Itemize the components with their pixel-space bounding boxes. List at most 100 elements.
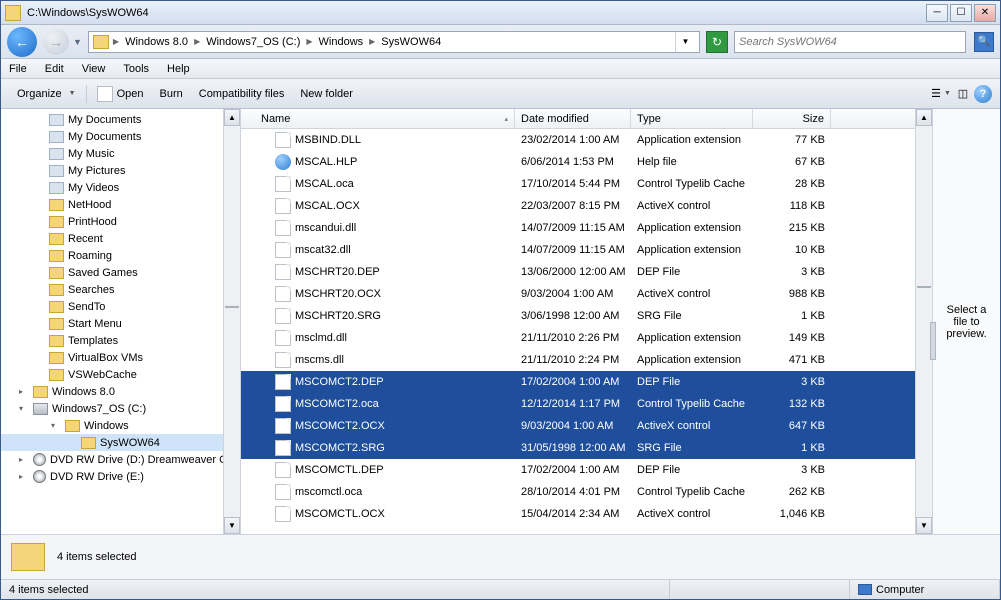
help-button[interactable]: ? — [974, 85, 992, 103]
menu-file[interactable]: File — [9, 63, 27, 75]
file-row[interactable]: MSCOMCT2.OCX 9/03/2004 1:00 AM ActiveX c… — [241, 415, 932, 437]
navigation-tree[interactable]: My DocumentsMy DocumentsMy MusicMy Pictu… — [1, 109, 241, 534]
compatibility-button[interactable]: Compatibility files — [191, 88, 293, 100]
view-options-button[interactable]: ☰▼ — [930, 83, 952, 105]
command-bar: Organize▼ Open Burn Compatibility files … — [1, 79, 1000, 109]
new-folder-button[interactable]: New folder — [292, 88, 361, 100]
tree-item[interactable]: VirtualBox VMs — [1, 349, 240, 366]
tree-item[interactable]: Saved Games — [1, 264, 240, 281]
tree-item[interactable]: SendTo — [1, 298, 240, 315]
breadcrumb[interactable]: Windows — [317, 32, 366, 52]
file-row[interactable]: MSCOMCT2.SRG 31/05/1998 12:00 AM SRG Fil… — [241, 437, 932, 459]
chevron-right-icon[interactable]: ▶ — [367, 37, 377, 46]
file-row[interactable]: mscomctl.oca 28/10/2014 4:01 PM Control … — [241, 481, 932, 503]
tree-item[interactable]: Recent — [1, 230, 240, 247]
tree-item[interactable]: My Music — [1, 145, 240, 162]
file-row[interactable]: MSCAL.oca 17/10/2014 5:44 PM Control Typ… — [241, 173, 932, 195]
file-row[interactable]: MSCHRT20.SRG 3/06/1998 12:00 AM SRG File… — [241, 305, 932, 327]
tree-item[interactable]: SysWOW64 — [1, 434, 240, 451]
file-date: 21/11/2010 2:24 PM — [515, 354, 631, 366]
back-button[interactable]: ← — [7, 27, 37, 57]
doc-icon — [49, 148, 64, 160]
tree-item[interactable]: NetHood — [1, 196, 240, 213]
scroll-thumb[interactable] — [225, 306, 239, 308]
file-row[interactable]: MSBIND.DLL 23/02/2014 1:00 AM Applicatio… — [241, 129, 932, 151]
minimize-button[interactable]: ─ — [926, 4, 948, 22]
file-icon — [275, 154, 291, 170]
tree-item[interactable]: Roaming — [1, 247, 240, 264]
chevron-right-icon[interactable]: ▶ — [192, 37, 202, 46]
file-row[interactable]: MSCHRT20.DEP 13/06/2000 12:00 AM DEP Fil… — [241, 261, 932, 283]
organize-button[interactable]: Organize▼ — [9, 88, 84, 100]
preview-pane-button[interactable]: ◫ — [952, 83, 974, 105]
tree-label: Windows 8.0 — [52, 386, 115, 398]
tree-item[interactable]: ▾Windows7_OS (C:) — [1, 400, 240, 417]
scroll-up-button[interactable]: ▲ — [224, 109, 240, 126]
scroll-down-button[interactable]: ▼ — [916, 517, 932, 534]
scroll-up-button[interactable]: ▲ — [916, 109, 932, 126]
search-button[interactable]: 🔍 — [974, 32, 994, 52]
tree-item[interactable]: ▸DVD RW Drive (D:) Dreamweaver CS — [1, 451, 240, 468]
burn-button[interactable]: Burn — [152, 88, 191, 100]
file-row[interactable]: mscms.dll 21/11/2010 2:24 PM Application… — [241, 349, 932, 371]
file-row[interactable]: MSCOMCT2.DEP 17/02/2004 1:00 AM DEP File… — [241, 371, 932, 393]
file-list[interactable]: Name▴ Date modified Type Size MSBIND.DLL… — [241, 109, 932, 534]
close-button[interactable]: ✕ — [974, 4, 996, 22]
menu-view[interactable]: View — [82, 63, 106, 75]
file-row[interactable]: msclmd.dll 21/11/2010 2:26 PM Applicatio… — [241, 327, 932, 349]
expand-icon[interactable]: ▸ — [19, 387, 29, 396]
chevron-right-icon[interactable]: ▶ — [304, 37, 314, 46]
expand-icon[interactable]: ▾ — [19, 404, 29, 413]
column-type[interactable]: Type — [631, 109, 753, 128]
title-bar[interactable]: C:\Windows\SysWOW64 ─ ☐ ✕ — [1, 1, 1000, 25]
file-type: SRG File — [631, 310, 753, 322]
file-row[interactable]: mscandui.dll 14/07/2009 11:15 AM Applica… — [241, 217, 932, 239]
tree-item[interactable]: PrintHood — [1, 213, 240, 230]
expand-icon[interactable]: ▸ — [19, 455, 29, 464]
tree-item[interactable]: VSWebCache — [1, 366, 240, 383]
tree-item[interactable]: ▾Windows — [1, 417, 240, 434]
chevron-right-icon[interactable]: ▶ — [111, 37, 121, 46]
breadcrumb[interactable]: Windows7_OS (C:) — [204, 32, 302, 52]
column-name[interactable]: Name▴ — [255, 109, 515, 128]
search-input[interactable] — [739, 36, 961, 48]
history-dropdown[interactable]: ▼ — [73, 37, 82, 47]
maximize-button[interactable]: ☐ — [950, 4, 972, 22]
breadcrumb[interactable]: Windows 8.0 — [123, 32, 190, 52]
file-row[interactable]: MSCOMCTL.DEP 17/02/2004 1:00 AM DEP File… — [241, 459, 932, 481]
expand-icon[interactable]: ▸ — [19, 472, 29, 481]
file-row[interactable]: MSCAL.HLP 6/06/2014 1:53 PM Help file 67… — [241, 151, 932, 173]
breadcrumb[interactable]: SysWOW64 — [379, 32, 443, 52]
tree-item[interactable]: Searches — [1, 281, 240, 298]
tree-item[interactable]: ▸ Windows 8.0 — [1, 383, 240, 400]
file-row[interactable]: MSCAL.OCX 22/03/2007 8:15 PM ActiveX con… — [241, 195, 932, 217]
scroll-thumb[interactable] — [917, 286, 931, 288]
menu-help[interactable]: Help — [167, 63, 190, 75]
forward-button[interactable]: → — [43, 29, 69, 55]
folder-icon — [49, 199, 64, 211]
file-row[interactable]: mscat32.dll 14/07/2009 11:15 AM Applicat… — [241, 239, 932, 261]
address-dropdown[interactable]: ▼ — [675, 32, 695, 52]
expand-icon[interactable]: ▾ — [51, 421, 61, 430]
column-date[interactable]: Date modified — [515, 109, 631, 128]
menu-edit[interactable]: Edit — [45, 63, 64, 75]
file-row[interactable]: MSCOMCT2.oca 12/12/2014 1:17 PM Control … — [241, 393, 932, 415]
search-box[interactable] — [734, 31, 966, 53]
tree-item[interactable]: Templates — [1, 332, 240, 349]
tree-item[interactable]: ▸DVD RW Drive (E:) — [1, 468, 240, 485]
file-row[interactable]: MSCOMCTL.OCX 15/04/2014 2:34 AM ActiveX … — [241, 503, 932, 525]
tree-scrollbar[interactable]: ▲ ▼ — [223, 109, 240, 534]
tree-item[interactable]: Start Menu — [1, 315, 240, 332]
tree-item[interactable]: My Videos — [1, 179, 240, 196]
refresh-button[interactable]: ↻ — [706, 31, 728, 53]
tree-item[interactable]: My Documents — [1, 111, 240, 128]
column-size[interactable]: Size — [753, 109, 831, 128]
address-bar[interactable]: ▶ Windows 8.0 ▶ Windows7_OS (C:) ▶ Windo… — [88, 31, 700, 53]
splitter-handle[interactable] — [930, 322, 936, 360]
tree-item[interactable]: My Pictures — [1, 162, 240, 179]
file-row[interactable]: MSCHRT20.OCX 9/03/2004 1:00 AM ActiveX c… — [241, 283, 932, 305]
menu-tools[interactable]: Tools — [123, 63, 149, 75]
tree-item[interactable]: My Documents — [1, 128, 240, 145]
open-button[interactable]: Open — [89, 86, 152, 102]
scroll-down-button[interactable]: ▼ — [224, 517, 240, 534]
